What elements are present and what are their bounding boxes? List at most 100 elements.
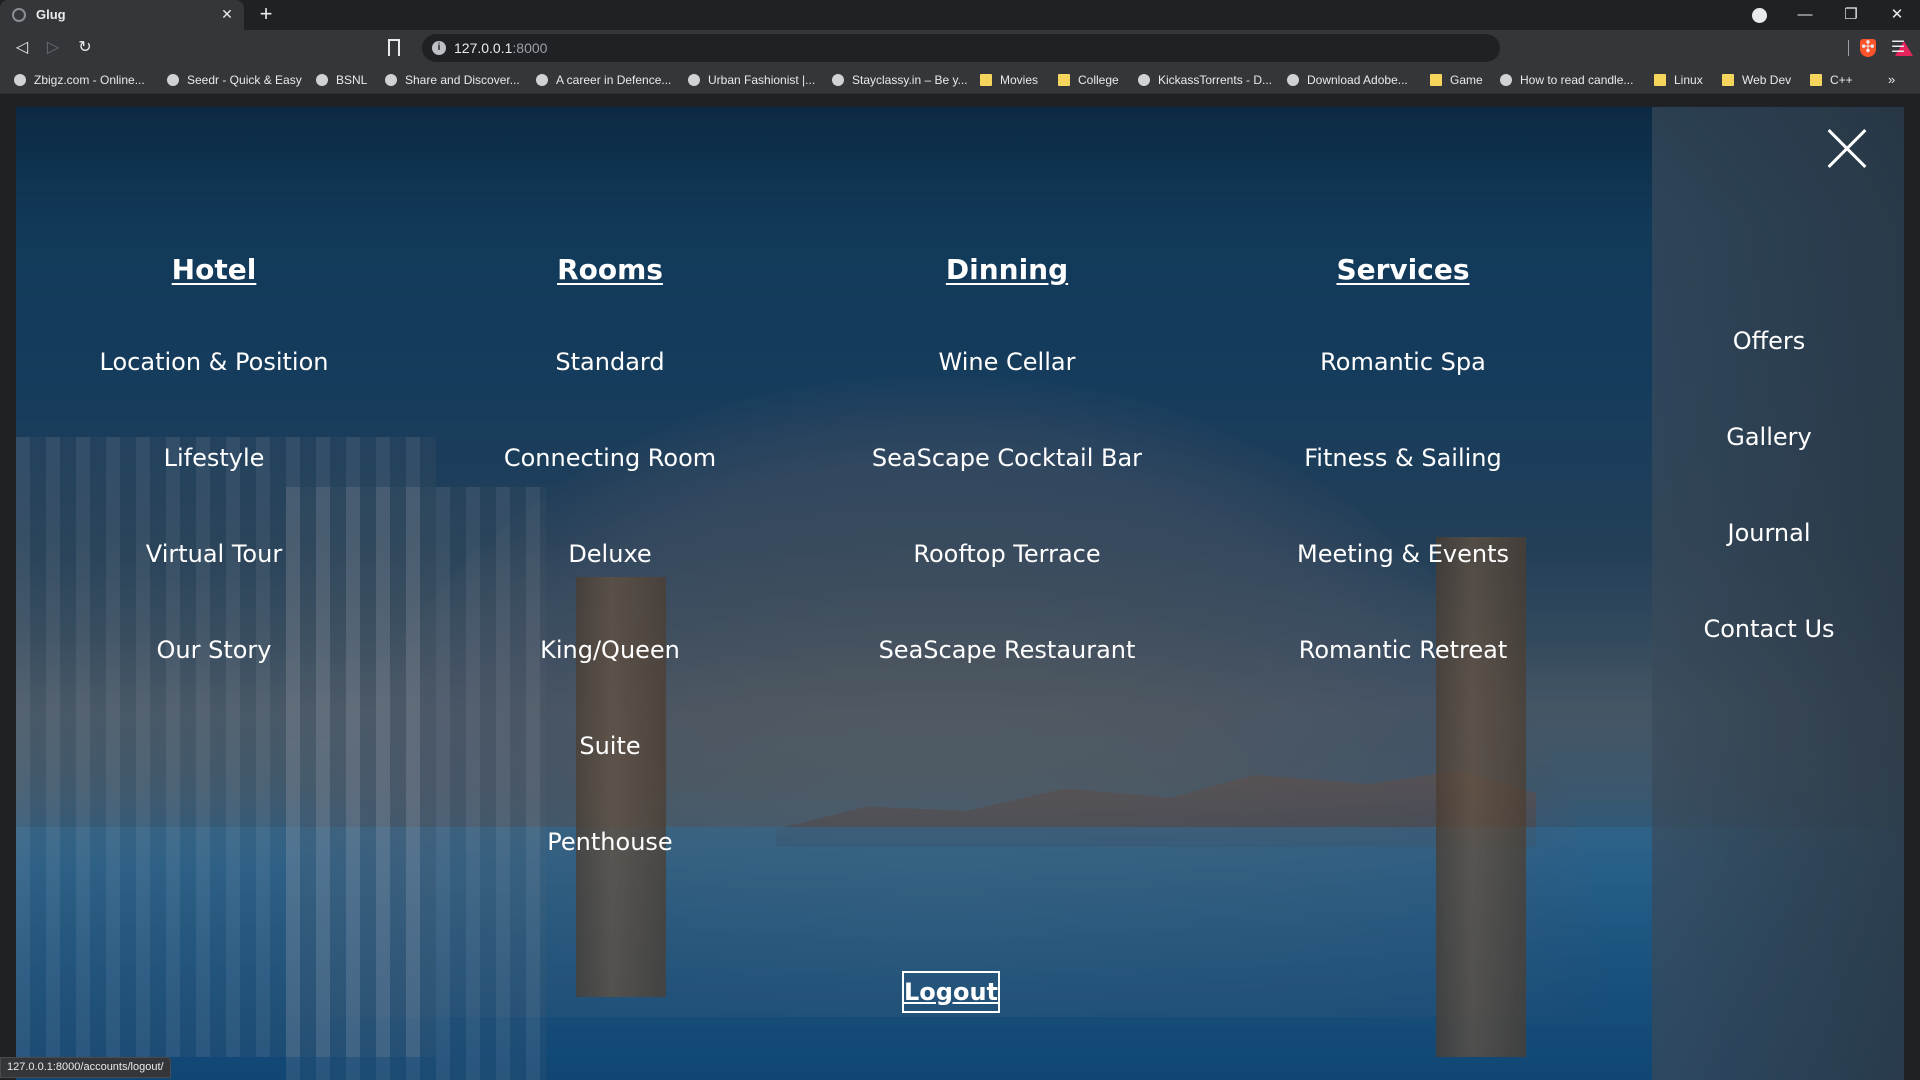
bookmarks-overflow-icon[interactable]: » bbox=[1888, 72, 1895, 87]
bookmarks-bar: Zbigz.com - Online... Seedr - Quick & Eas… bbox=[0, 66, 1920, 94]
tab-favicon-icon bbox=[12, 8, 26, 22]
tab-strip: Glug ✕ + — ❐ ✕ bbox=[0, 0, 1920, 30]
bookmark-page-icon[interactable] bbox=[388, 39, 400, 56]
bookmark-label: How to read candle... bbox=[1520, 73, 1634, 87]
globe-icon bbox=[688, 74, 700, 86]
forward-icon[interactable]: ▷ bbox=[41, 36, 65, 60]
status-bar-url: 127.0.0.1:8000/accounts/logout/ bbox=[0, 1057, 171, 1078]
menu-item[interactable]: Our Story bbox=[16, 627, 412, 723]
bookmark-item[interactable]: Game bbox=[1430, 71, 1483, 89]
new-tab-button[interactable]: + bbox=[254, 3, 278, 27]
restore-icon[interactable]: ❐ bbox=[1828, 0, 1874, 30]
window-close-icon[interactable]: ✕ bbox=[1874, 0, 1920, 30]
bookmark-item[interactable]: C++ bbox=[1810, 71, 1853, 89]
bookmark-item[interactable]: Seedr - Quick & Easy bbox=[167, 71, 302, 89]
site-info-icon[interactable]: i bbox=[432, 41, 446, 55]
bookmark-label: Linux bbox=[1674, 73, 1703, 87]
extensions-icon[interactable]: ✣ bbox=[1856, 36, 1880, 60]
profile-icon[interactable] bbox=[1752, 8, 1767, 23]
bookmark-label: Urban Fashionist |... bbox=[708, 73, 816, 87]
menu-item[interactable]: Rooftop Terrace bbox=[809, 531, 1205, 627]
menu-item[interactable]: King/Queen bbox=[412, 627, 808, 723]
folder-icon bbox=[1810, 74, 1822, 86]
menu-item[interactable]: Location & Position bbox=[16, 339, 412, 435]
menu-column-hotel: Hotel Location & Position Lifestyle Virt… bbox=[16, 247, 412, 723]
bsnl-icon bbox=[316, 74, 328, 86]
menu-item[interactable]: Penthouse bbox=[412, 819, 808, 915]
close-menu-icon[interactable] bbox=[1828, 129, 1866, 167]
overlay-menu: Hotel Location & Position Lifestyle Virt… bbox=[16, 107, 1904, 1080]
menu-item[interactable]: SeaScape Cocktail Bar bbox=[809, 435, 1205, 531]
menu-heading-services[interactable]: Services bbox=[1205, 247, 1601, 293]
bookmark-item[interactable]: How to read candle... bbox=[1500, 71, 1633, 89]
browser-menu-icon[interactable]: ☰ bbox=[1886, 36, 1910, 60]
bookmark-label: A career in Defence... bbox=[556, 73, 672, 87]
bookmark-label: Stayclassy.in – Be y... bbox=[852, 73, 968, 87]
bookmark-item[interactable]: Share and Discover... bbox=[385, 71, 520, 89]
url-host: 127.0.0.1 bbox=[454, 40, 513, 56]
browser-toolbar: ◁ ▷ ↻ i 127.0.0.1:8000 ✣ ☰ bbox=[0, 30, 1920, 66]
cloud-icon bbox=[14, 74, 26, 86]
url-text[interactable]: 127.0.0.1:8000 bbox=[454, 40, 547, 56]
menu-item[interactable]: Virtual Tour bbox=[16, 531, 412, 627]
menu-item[interactable]: Connecting Room bbox=[412, 435, 808, 531]
side-link-gallery[interactable]: Gallery bbox=[1616, 414, 1904, 510]
browser-tab[interactable]: Glug ✕ bbox=[0, 0, 244, 30]
menu-item[interactable]: SeaScape Restaurant bbox=[809, 627, 1205, 723]
side-link-offers[interactable]: Offers bbox=[1616, 318, 1904, 414]
bookmark-label: Download Adobe... bbox=[1307, 73, 1408, 87]
address-bar[interactable]: i 127.0.0.1:8000 bbox=[422, 34, 1913, 62]
bookmark-label: Zbigz.com - Online... bbox=[34, 73, 145, 87]
bookmark-label: Game bbox=[1450, 73, 1483, 87]
bookmark-label: Web Dev bbox=[1742, 73, 1792, 87]
minimize-icon[interactable]: — bbox=[1782, 0, 1828, 30]
back-icon[interactable]: ◁ bbox=[10, 36, 34, 60]
menu-column-dinning: Dinning Wine Cellar SeaScape Cocktail Ba… bbox=[809, 247, 1205, 723]
bookmark-item[interactable]: Urban Fashionist |... bbox=[688, 71, 815, 89]
url-port: :8000 bbox=[512, 40, 548, 56]
menu-heading-hotel[interactable]: Hotel bbox=[16, 247, 412, 293]
side-link-contact[interactable]: Contact Us bbox=[1616, 606, 1904, 702]
logout-button[interactable]: Logout bbox=[902, 971, 1000, 1013]
menu-item[interactable]: Meeting & Events bbox=[1205, 531, 1601, 627]
folder-icon bbox=[1654, 74, 1666, 86]
bookmark-item[interactable]: Zbigz.com - Online... bbox=[14, 71, 145, 89]
bookmark-item[interactable]: Movies bbox=[980, 71, 1038, 89]
side-link-journal[interactable]: Journal bbox=[1616, 510, 1904, 606]
bookmark-label: BSNL bbox=[336, 73, 368, 87]
menu-column-rooms: Rooms Standard Connecting Room Deluxe Ki… bbox=[412, 247, 808, 915]
omnibox-divider bbox=[1848, 40, 1849, 56]
bookmark-item[interactable]: Download Adobe... bbox=[1287, 71, 1408, 89]
tab-close-icon[interactable]: ✕ bbox=[218, 5, 236, 23]
menu-item[interactable]: Deluxe bbox=[412, 531, 808, 627]
menu-item[interactable]: Wine Cellar bbox=[809, 339, 1205, 435]
bookmark-item[interactable]: Stayclassy.in – Be y... bbox=[832, 71, 968, 89]
page-viewport: Hotel Location & Position Lifestyle Virt… bbox=[16, 107, 1904, 1080]
google-icon bbox=[1500, 74, 1512, 86]
bookmark-item[interactable]: Web Dev bbox=[1722, 71, 1791, 89]
bookmark-label: Movies bbox=[1000, 73, 1039, 87]
menu-item[interactable]: Romantic Retreat bbox=[1205, 627, 1601, 723]
bookmark-item[interactable]: A career in Defence... bbox=[536, 71, 671, 89]
folder-icon bbox=[980, 74, 992, 86]
bookmark-label: Share and Discover... bbox=[405, 73, 520, 87]
share-icon bbox=[385, 74, 397, 86]
menu-heading-dinning[interactable]: Dinning bbox=[809, 247, 1205, 293]
bookmark-item[interactable]: College bbox=[1058, 71, 1119, 89]
menu-item[interactable]: Standard bbox=[412, 339, 808, 435]
bookmark-item[interactable]: BSNL bbox=[316, 71, 367, 89]
seedr-icon bbox=[167, 74, 179, 86]
kickass-icon bbox=[1138, 74, 1150, 86]
reload-icon[interactable]: ↻ bbox=[73, 36, 97, 60]
menu-heading-rooms[interactable]: Rooms bbox=[412, 247, 808, 293]
stayclassy-icon bbox=[832, 74, 844, 86]
menu-item[interactable]: Romantic Spa bbox=[1205, 339, 1601, 435]
bookmark-item[interactable]: Linux bbox=[1654, 71, 1703, 89]
download-icon bbox=[1287, 74, 1299, 86]
menu-column-services: Services Romantic Spa Fitness & Sailing … bbox=[1205, 247, 1601, 723]
bookmark-item[interactable]: KickassTorrents - D... bbox=[1138, 71, 1272, 89]
menu-item[interactable]: Suite bbox=[412, 723, 808, 819]
menu-item[interactable]: Lifestyle bbox=[16, 435, 412, 531]
bookmark-label: College bbox=[1078, 73, 1119, 87]
menu-item[interactable]: Fitness & Sailing bbox=[1205, 435, 1601, 531]
